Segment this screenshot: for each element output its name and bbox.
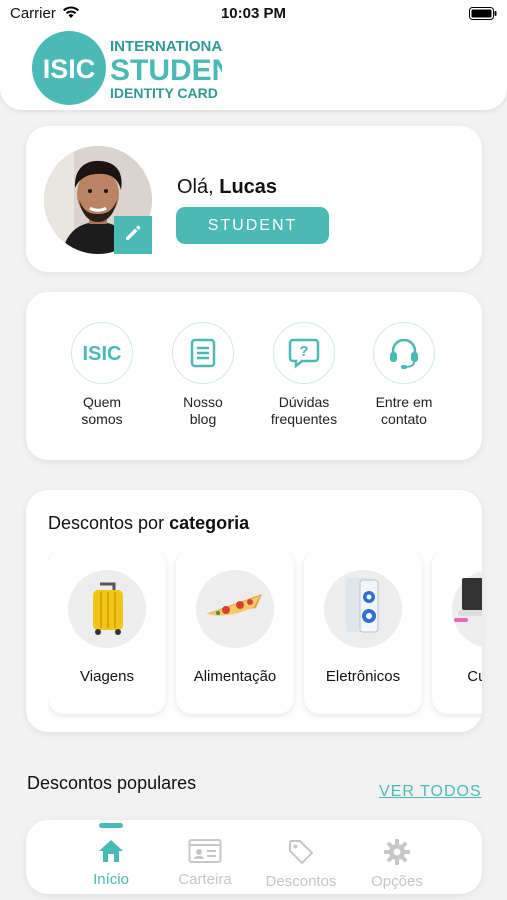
logo-line-1: INTERNATIONAL <box>110 38 222 55</box>
tab-opcoes[interactable]: Opções <box>352 838 442 890</box>
profile-card: Olá, Lucas STUDENT <box>26 126 482 272</box>
quick-link-duvidas-frequentes[interactable]: ? Dúvidas frequentes <box>254 322 354 428</box>
category-tile-viagens[interactable]: Viagens <box>48 550 166 714</box>
clock: 10:03 PM <box>220 5 287 22</box>
app-header: ISIC INTERNATIONAL STUDENT IDENTITY CARD <box>0 22 507 110</box>
laptop-icon <box>452 570 482 648</box>
category-tile-eletronicos[interactable]: Eletrônicos <box>304 550 422 714</box>
isic-logo: ISIC INTERNATIONAL STUDENT IDENTITY CARD <box>32 28 252 113</box>
greeting-prefix: Olá, <box>177 176 220 198</box>
quick-link-label: Entre em contato <box>375 394 433 427</box>
tab-carteira[interactable]: Carteira <box>160 838 250 888</box>
tab-label: Início <box>93 871 129 888</box>
user-name: Lucas <box>219 176 278 198</box>
quick-link-quem-somos[interactable]: ISIC Quem somos <box>52 322 152 428</box>
see-all-link[interactable]: VER TODOS <box>379 783 482 801</box>
popular-discounts-title: Descontos populares <box>27 773 197 793</box>
tab-descontos[interactable]: Descontos <box>256 838 346 890</box>
category-label: Cursos <box>467 668 482 685</box>
gear-icon <box>383 839 411 870</box>
tab-label: Opções <box>371 873 423 890</box>
tab-inicio[interactable]: Início <box>66 838 156 888</box>
category-tile-cursos[interactable]: Cursos <box>432 550 482 714</box>
categories-carousel[interactable]: Viagens Alimentação Eletrônicos C <box>48 550 482 718</box>
headset-icon <box>373 322 435 384</box>
category-label: Viagens <box>80 668 134 685</box>
home-icon <box>97 840 125 868</box>
categories-card: Descontos por categoria Viagens Alimenta… <box>26 490 482 732</box>
quick-link-label: Dúvidas frequentes <box>270 394 338 427</box>
logo-badge-text: ISIC <box>43 54 96 84</box>
quick-link-label: Nosso blog <box>183 394 223 427</box>
quick-link-label: Quem somos <box>81 394 123 427</box>
student-status-badge[interactable]: STUDENT <box>176 207 329 244</box>
isic-logo-icon: ISIC <box>71 322 133 384</box>
quick-links-card: ISIC Quem somos Nosso blog ? Dúvidas fre… <box>26 292 482 460</box>
greeting: Olá, Lucas <box>177 176 277 199</box>
edit-photo-button[interactable] <box>114 216 152 254</box>
logo-line-3: IDENTITY CARD <box>110 85 218 101</box>
help-bubble-icon: ? <box>273 322 335 384</box>
speaker-icon <box>324 570 402 648</box>
svg-text:?: ? <box>299 343 308 360</box>
bottom-tab-bar: Início Carteira Descontos Opções <box>26 820 482 894</box>
category-label: Alimentação <box>193 668 277 685</box>
quick-link-entre-em-contato[interactable]: Entre em contato <box>354 322 454 428</box>
category-label: Eletrônicos <box>325 668 401 685</box>
active-tab-indicator <box>99 823 123 828</box>
id-card-icon <box>188 839 222 868</box>
logo-line-2: STUDENT <box>110 54 222 87</box>
categories-title: Descontos por categoria <box>48 513 250 533</box>
quick-link-nosso-blog[interactable]: Nosso blog <box>153 322 253 428</box>
document-icon <box>172 322 234 384</box>
category-tile-alimentacao[interactable]: Alimentação <box>176 550 294 714</box>
pizza-icon <box>196 570 274 648</box>
suitcase-icon <box>68 570 146 648</box>
tab-label: Carteira <box>178 871 232 888</box>
svg-text:ISIC: ISIC <box>83 343 122 365</box>
tag-icon <box>287 840 315 870</box>
pencil-icon <box>123 223 143 248</box>
tab-label: Descontos <box>265 873 337 890</box>
